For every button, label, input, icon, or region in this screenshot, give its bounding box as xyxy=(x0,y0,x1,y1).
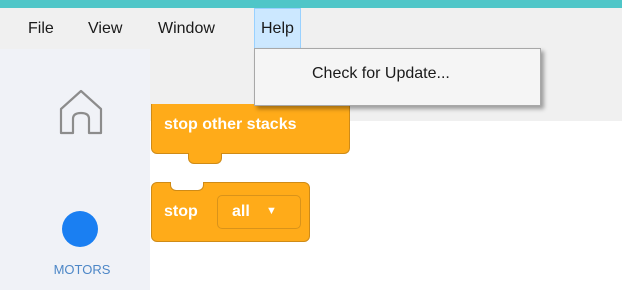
stop-all-block[interactable]: stop all ▼ xyxy=(151,182,310,242)
category-sidebar xyxy=(0,49,150,290)
block-bottom-notch xyxy=(188,153,222,164)
menu-help[interactable]: Help xyxy=(254,8,301,49)
help-menu-dropdown: Check for Update... xyxy=(254,48,541,106)
motors-category-label[interactable]: MOTORS xyxy=(44,262,120,277)
block-label: stop xyxy=(164,203,198,220)
dropdown-value: all xyxy=(232,203,250,220)
stop-option-dropdown[interactable]: all ▼ xyxy=(217,195,301,229)
stop-other-stacks-block[interactable]: stop other stacks xyxy=(151,104,350,164)
motors-category-icon[interactable] xyxy=(62,211,98,247)
block-label: stop other stacks xyxy=(164,116,297,133)
window-title-strip xyxy=(0,0,622,8)
home-icon[interactable] xyxy=(53,83,109,139)
caret-down-icon: ▼ xyxy=(266,205,277,217)
menubar: File View Window Help xyxy=(0,8,622,49)
menu-window[interactable]: Window xyxy=(152,8,221,49)
menu-view[interactable]: View xyxy=(82,8,128,49)
menu-file[interactable]: File xyxy=(22,8,60,49)
block-top-notch xyxy=(170,182,204,191)
menu-item-check-for-update[interactable]: Check for Update... xyxy=(255,65,540,83)
